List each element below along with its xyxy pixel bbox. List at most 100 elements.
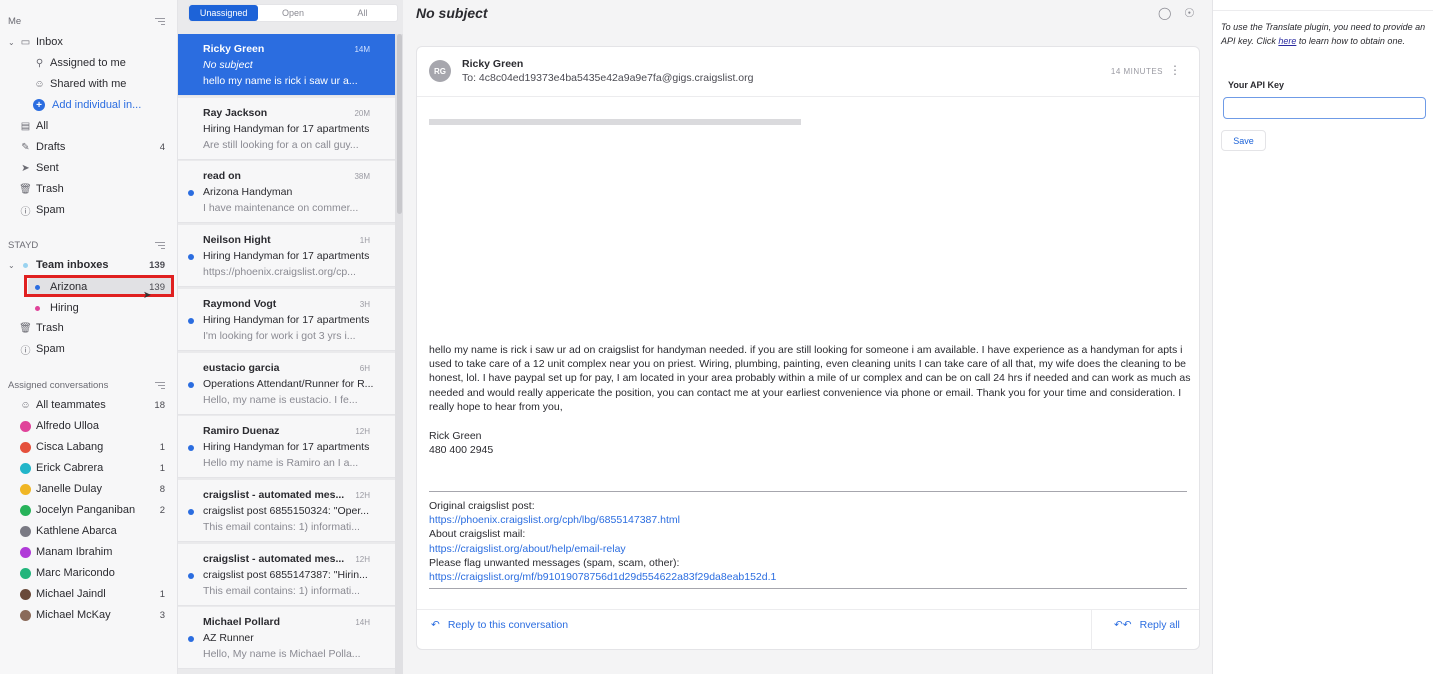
more-options-icon[interactable]: ⋮ <box>1169 63 1181 77</box>
highlight-annotation-box <box>24 275 174 297</box>
assigned-section-header: Assigned conversations <box>8 380 109 391</box>
about-link[interactable]: https://craigslist.org/about/help/email-… <box>429 542 776 556</box>
spam-icon: ⓘ <box>20 206 31 218</box>
sidebar-item-label: All teammates <box>36 399 106 411</box>
sidebar-item-inbox[interactable]: ⌄ ▭ Inbox <box>0 32 177 52</box>
api-key-label: Your API Key <box>1228 80 1285 90</box>
assigned-section-menu-icon[interactable] <box>155 382 165 389</box>
sidebar-item-label: Marc Maricondo <box>36 567 115 579</box>
sidebar-item-teammate[interactable]: Alfredo Ulloa <box>0 416 177 436</box>
flag-link[interactable]: https://craigslist.org/mf/b91019078756d1… <box>429 570 776 584</box>
avatar <box>20 546 31 558</box>
users-icon: ☺ <box>20 399 31 411</box>
sidebar-item-label: Jocelyn Panganiban <box>36 504 136 516</box>
conversation-row[interactable]: read on 38M Arizona Handyman I have mainten… <box>178 161 395 223</box>
conversation-row[interactable]: Neilson Hight 1H Hiring Handyman for 17 ap… <box>178 225 395 287</box>
sidebar-item-trash[interactable]: 🗑 Trash <box>0 179 177 199</box>
unread-dot-icon <box>188 636 194 642</box>
api-key-input[interactable] <box>1223 97 1426 119</box>
inbox-dot-icon <box>32 303 43 314</box>
chevron-down-icon[interactable]: ⌄ <box>8 38 15 47</box>
archive-icon: ▤ <box>20 120 31 132</box>
conversation-preview: Hello my name is Ramiro an I a... <box>203 457 359 469</box>
sidebar-item-teammate[interactable]: Janelle Dulay 8 <box>0 479 177 499</box>
conversation-preview: I'm looking for work i got 3 yrs i... <box>203 330 356 342</box>
sidebar-item-teammate[interactable]: Manam Ibrahim <box>0 542 177 562</box>
craigslist-footer: Original craigslist post: https://phoeni… <box>429 499 776 584</box>
conversation-row[interactable]: eustacio garcia 6H Operations Attendant/Ru… <box>178 353 395 415</box>
me-section-menu-icon[interactable] <box>155 18 165 25</box>
conversation-row[interactable]: craigslist - automated mes... 12H craigsli… <box>178 480 395 542</box>
chevron-down-icon[interactable]: ⌄ <box>8 261 15 270</box>
conversation-sender: Ray Jackson <box>203 107 268 119</box>
sidebar-item-label: Trash <box>36 322 64 334</box>
sidebar-item-teammate[interactable]: Marc Maricondo <box>0 563 177 583</box>
sidebar-item-teammate[interactable]: Cisca Labang 1 <box>0 437 177 457</box>
sidebar-item-label: Team inboxes <box>36 259 109 271</box>
scrollbar-thumb[interactable] <box>397 34 402 214</box>
sidebar-item-label: Spam <box>36 204 65 216</box>
conversation-subject: craigslist post 6855147387: "Hirin... <box>203 569 368 581</box>
conversation-subject: No subject <box>203 59 253 71</box>
conversation-sender: Ramiro Duenaz <box>203 425 280 437</box>
conversation-row[interactable]: Ray Jackson 20M Hiring Handyman for 17 apa… <box>178 98 395 160</box>
sidebar-item-teammate[interactable]: Kathlene Abarca <box>0 521 177 541</box>
avatar <box>20 609 31 621</box>
plugin-help-link[interactable]: here <box>1278 36 1296 46</box>
unread-dot-icon <box>188 573 194 579</box>
conversation-row[interactable]: Ricky Green 14M No subject hello my name is… <box>178 34 395 96</box>
conversation-subject: AZ Runner <box>203 632 254 644</box>
reply-button[interactable]: ↶ Reply to this conversation <box>431 619 568 631</box>
tab-open[interactable]: Open <box>258 5 327 21</box>
conversation-row[interactable]: Michael Pollard 14H AZ Runner Hello, My nam… <box>178 607 395 669</box>
conversation-row[interactable]: craigslist - automated mes... 12H craigsli… <box>178 544 395 606</box>
conversation-time: 6H <box>359 364 370 373</box>
sidebar-item-shared-with-me[interactable]: ☺ Shared with me <box>0 74 177 94</box>
avatar <box>20 588 31 600</box>
reply-all-button[interactable]: ↶↶ Reply all <box>1114 619 1180 631</box>
avatar <box>20 441 31 453</box>
conversation-subject: Hiring Handyman for 17 apartments <box>203 123 370 135</box>
conversation-sender: Neilson Hight <box>203 234 271 246</box>
sidebar: Me ⌄ ▭ Inbox ⚲ Assigned to me ☺ Shared w… <box>0 0 178 674</box>
conversation-row[interactable]: Ramiro Duenaz 12H Hiring Handyman for 17 a… <box>178 416 395 478</box>
add-individual-inbox-link[interactable]: + Add individual in... <box>0 95 177 115</box>
tab-unassigned[interactable]: Unassigned <box>189 5 259 21</box>
sidebar-item-teammate[interactable]: Jocelyn Panganiban 2 <box>0 500 177 520</box>
sidebar-item-team-spam[interactable]: ⓘ Spam <box>0 339 177 359</box>
tab-all[interactable]: All <box>328 5 397 21</box>
sidebar-item-sent[interactable]: ➤ Sent <box>0 158 177 178</box>
sidebar-item-teammate[interactable]: Erick Cabrera 1 <box>0 458 177 478</box>
avatar <box>20 567 31 579</box>
save-button[interactable]: Save <box>1221 130 1266 151</box>
plugin-panel: To use the Translate plugin, you need to… <box>1212 0 1433 674</box>
original-post-link[interactable]: https://phoenix.craigslist.org/cph/lbg/6… <box>429 513 776 527</box>
teammate-count: 1 <box>159 462 165 474</box>
sidebar-item-teammate[interactable]: Michael Jaindl 1 <box>0 584 177 604</box>
tag-icon[interactable]: ◯ <box>1158 6 1171 20</box>
sidebar-item-team-inboxes[interactable]: ⌄ Team inboxes 139 <box>0 255 177 275</box>
sidebar-item-team-trash[interactable]: 🗑 Trash <box>0 318 177 338</box>
sidebar-item-label: Manam Ibrahim <box>36 546 113 558</box>
stayd-section-menu-icon[interactable] <box>155 242 165 249</box>
snooze-icon[interactable]: ☉ <box>1184 6 1195 20</box>
avatar <box>20 504 31 516</box>
conversation-preview: hello my name is rick i saw ur a... <box>203 75 358 87</box>
sidebar-item-all[interactable]: ▤ All <box>0 116 177 136</box>
plus-circle-icon: + <box>33 99 45 111</box>
sidebar-item-hiring[interactable]: Hiring <box>0 298 177 318</box>
sidebar-item-label: Michael Jaindl <box>36 588 106 600</box>
conversation-subject: Hiring Handyman for 17 apartments <box>203 441 370 453</box>
signature: Rick Green 480 400 2945 <box>429 429 493 457</box>
teammate-count: 1 <box>159 441 165 453</box>
app-root: Me ⌄ ▭ Inbox ⚲ Assigned to me ☺ Shared w… <box>0 0 1433 674</box>
sidebar-item-teammate[interactable]: Michael McKay 3 <box>0 605 177 625</box>
conversation-row[interactable]: Raymond Vogt 3H Hiring Handyman for 17 apa… <box>178 289 395 351</box>
sidebar-item-drafts[interactable]: ✎ Drafts 4 <box>0 137 177 157</box>
sidebar-item-label: Janelle Dulay <box>36 483 103 495</box>
sidebar-item-all-teammates[interactable]: ☺ All teammates 18 <box>0 395 177 415</box>
sidebar-item-label: Alfredo Ulloa <box>36 420 99 432</box>
sidebar-item-spam[interactable]: ⓘ Spam <box>0 200 177 220</box>
conversation-view: No subject ◯ ☉ RG Ricky Green To: 4c8c04… <box>403 0 1212 674</box>
sidebar-item-assigned-to-me[interactable]: ⚲ Assigned to me <box>0 53 177 73</box>
